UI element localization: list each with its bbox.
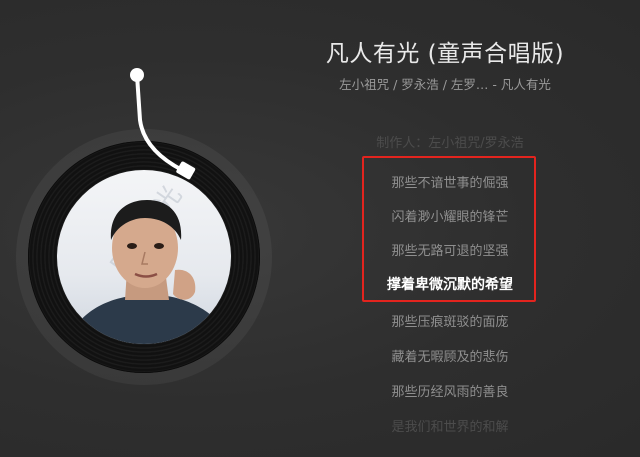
tonearm-rod	[135, 73, 184, 172]
tonearm-head	[176, 161, 196, 180]
song-artists[interactable]: 左小祖咒 / 罗永浩 / 左罗… - 凡人有光	[300, 74, 590, 93]
lyric-line[interactable]: 藏着无暇顾及的悲伤	[340, 346, 560, 365]
lyric-line[interactable]: 制作人：左小祖咒/罗永浩	[340, 132, 560, 151]
lyric-line[interactable]: 那些历经风雨的善良	[340, 381, 560, 400]
lyric-line[interactable]: 是我们和世界的和解	[340, 416, 560, 433]
lyrics-highlight-box	[362, 156, 536, 302]
song-title: 凡人有光 (童声合唱版)	[325, 41, 565, 67]
tonearm[interactable]	[120, 60, 220, 200]
player-screen: 凡人有光 凡人有光 (童声合唱版) 左小祖咒 / 罗永浩 / 左罗… - 凡人有	[0, 0, 640, 457]
lyric-line[interactable]: 那些压痕斑驳的面庞	[340, 311, 560, 330]
